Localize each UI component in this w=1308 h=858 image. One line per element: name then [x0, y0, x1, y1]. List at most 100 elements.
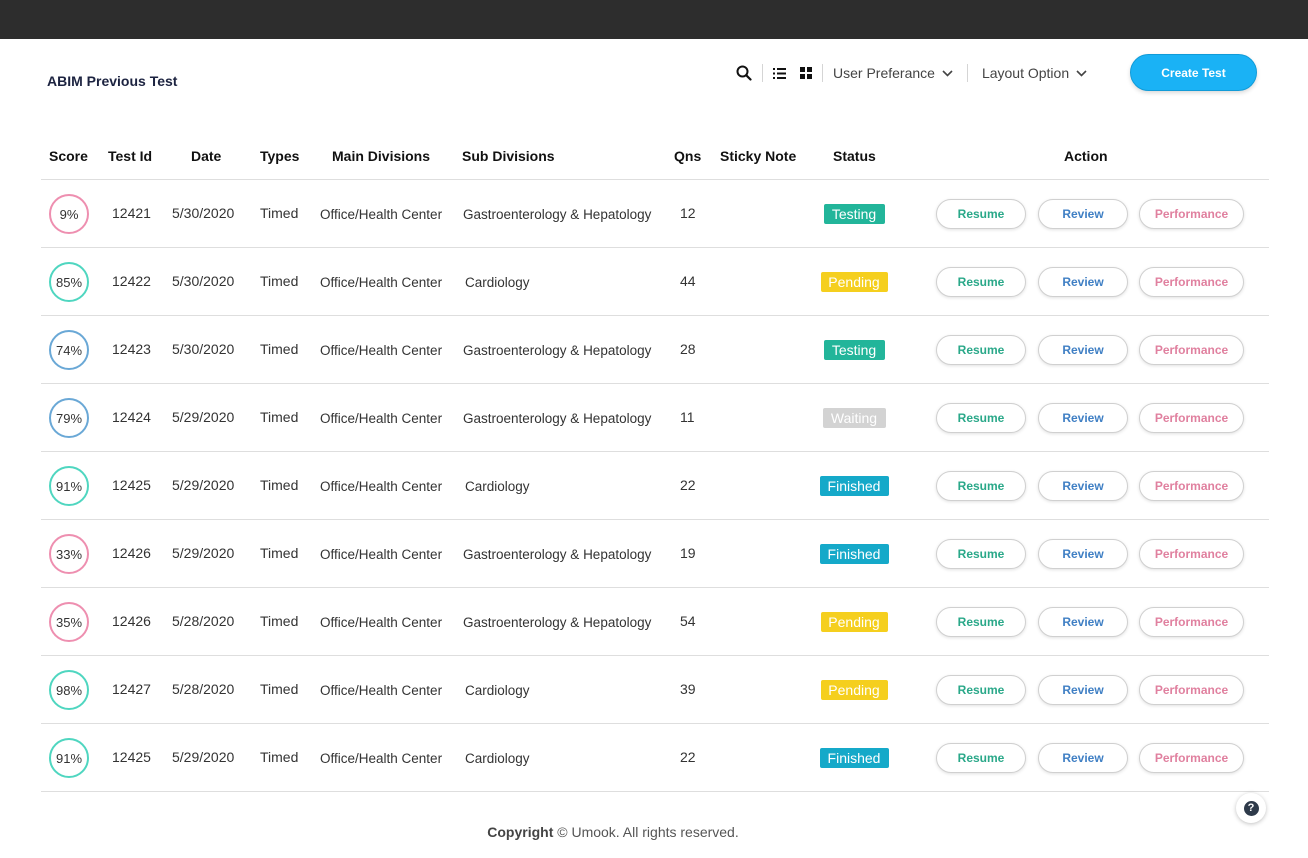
score-badge: 79%: [49, 398, 89, 438]
status-badge: Pending: [820, 680, 888, 700]
score-badge: 85%: [49, 262, 89, 302]
review-button[interactable]: Review: [1038, 199, 1128, 229]
type-cell: Timed: [260, 477, 299, 493]
performance-button[interactable]: Performance: [1139, 675, 1244, 705]
review-button[interactable]: Review: [1038, 675, 1128, 705]
main-division-cell: Office/Health Center: [320, 343, 443, 358]
qns-cell: 54: [680, 613, 696, 629]
create-test-button[interactable]: Create Test: [1130, 54, 1257, 91]
main-division-cell: Office/Health Center: [320, 683, 443, 698]
performance-button[interactable]: Performance: [1139, 403, 1244, 433]
type-cell: Timed: [260, 749, 299, 765]
review-button[interactable]: Review: [1038, 607, 1128, 637]
score-badge: 33%: [49, 534, 89, 574]
main-division-cell: Office/Health Center: [320, 411, 443, 426]
table-header: Score Test Id Date Types Main Divisions …: [41, 138, 1269, 180]
performance-button[interactable]: Performance: [1139, 743, 1244, 773]
test-id-cell: 12427: [112, 681, 151, 697]
sub-division-cell: Gastroenterology & Hepatology: [463, 207, 652, 222]
test-id-cell: 12425: [112, 749, 151, 765]
date-cell: 5/30/2020: [172, 205, 235, 221]
test-id-cell: 12421: [112, 205, 151, 221]
date-cell: 5/29/2020: [172, 477, 235, 493]
table-row: 9% 12421 5/30/2020 Timed Office/Health Cente…: [41, 180, 1269, 248]
header-main-divisions: Main Divisions: [332, 148, 431, 164]
resume-button[interactable]: Resume: [936, 607, 1026, 637]
search-icon[interactable]: [736, 65, 752, 81]
review-button[interactable]: Review: [1038, 267, 1128, 297]
sub-division-cell: Cardiology: [465, 479, 530, 494]
header-types: Types: [260, 148, 300, 164]
list-view-icon[interactable]: [773, 67, 786, 79]
grid-view-icon[interactable]: [800, 67, 812, 79]
type-cell: Timed: [260, 613, 299, 629]
resume-button[interactable]: Resume: [936, 267, 1026, 297]
sub-division-cell: Gastroenterology & Hepatology: [463, 615, 652, 630]
date-cell: 5/29/2020: [172, 749, 235, 765]
status-badge: Testing: [823, 340, 885, 360]
type-cell: Timed: [260, 681, 299, 697]
header-score: Score: [49, 148, 88, 164]
date-cell: 5/30/2020: [172, 273, 235, 289]
header-sticky-note: Sticky Note: [720, 148, 797, 164]
layout-option-dropdown[interactable]: Layout Option: [982, 65, 1087, 81]
resume-button[interactable]: Resume: [936, 539, 1026, 569]
resume-button[interactable]: Resume: [936, 675, 1026, 705]
resume-button[interactable]: Resume: [936, 403, 1026, 433]
footer: Copyright © Umook. All rights reserved.: [0, 824, 1226, 840]
status-badge: Testing: [823, 204, 885, 224]
table-row: 91% 12425 5/29/2020 Timed Office/Health Cent…: [41, 724, 1269, 792]
review-button[interactable]: Review: [1038, 403, 1128, 433]
qns-cell: 39: [680, 681, 696, 697]
date-cell: 5/28/2020: [172, 613, 235, 629]
table-row: 35% 12426 5/28/2020 Timed Office/Health Cent…: [41, 588, 1269, 656]
score-badge: 91%: [49, 466, 89, 506]
toolbar-divider: [762, 64, 763, 82]
header-qns: Qns: [674, 148, 702, 164]
performance-button[interactable]: Performance: [1139, 267, 1244, 297]
test-id-cell: 12422: [112, 273, 151, 289]
date-cell: 5/29/2020: [172, 545, 235, 561]
resume-button[interactable]: Resume: [936, 743, 1026, 773]
score-badge: 9%: [49, 194, 89, 234]
sub-division-cell: Cardiology: [465, 683, 530, 698]
review-button[interactable]: Review: [1038, 471, 1128, 501]
review-button[interactable]: Review: [1038, 743, 1128, 773]
header-sub-divisions: Sub Divisions: [462, 148, 555, 164]
performance-button[interactable]: Performance: [1139, 471, 1244, 501]
user-preference-dropdown[interactable]: User Preferance: [833, 65, 953, 81]
resume-button[interactable]: Resume: [936, 199, 1026, 229]
status-badge: Finished: [819, 476, 889, 496]
performance-button[interactable]: Performance: [1139, 335, 1244, 365]
qns-cell: 44: [680, 273, 696, 289]
performance-button[interactable]: Performance: [1139, 607, 1244, 637]
page-title: ABIM Previous Test: [47, 73, 178, 89]
resume-button[interactable]: Resume: [936, 471, 1026, 501]
qns-cell: 11: [680, 409, 695, 425]
main-division-cell: Office/Health Center: [320, 207, 443, 222]
test-id-cell: 12425: [112, 477, 151, 493]
type-cell: Timed: [260, 273, 299, 289]
top-bar: [0, 0, 1308, 39]
performance-button[interactable]: Performance: [1139, 539, 1244, 569]
table-row: 74% 12423 5/30/2020 Timed Office/Health Cent…: [41, 316, 1269, 384]
header-test-id: Test Id: [108, 148, 153, 164]
performance-button[interactable]: Performance: [1139, 199, 1244, 229]
type-cell: Timed: [260, 341, 299, 357]
date-cell: 5/29/2020: [172, 409, 235, 425]
chevron-down-icon: [1076, 69, 1087, 77]
resume-button[interactable]: Resume: [936, 335, 1026, 365]
toolbar-divider: [966, 64, 968, 82]
review-button[interactable]: Review: [1038, 539, 1128, 569]
sub-division-cell: Gastroenterology & Hepatology: [463, 411, 652, 426]
header-status: Status: [833, 148, 876, 164]
qns-cell: 22: [680, 477, 696, 493]
help-button[interactable]: ?: [1236, 793, 1266, 823]
qns-cell: 19: [680, 545, 696, 561]
table-row: 98% 12427 5/28/2020 Timed Office/Health Cent…: [41, 656, 1269, 724]
review-button[interactable]: Review: [1038, 335, 1128, 365]
status-badge: Finished: [819, 544, 889, 564]
status-badge: Pending: [820, 272, 888, 292]
toolbar-divider: [822, 64, 823, 82]
score-badge: 98%: [49, 670, 89, 710]
